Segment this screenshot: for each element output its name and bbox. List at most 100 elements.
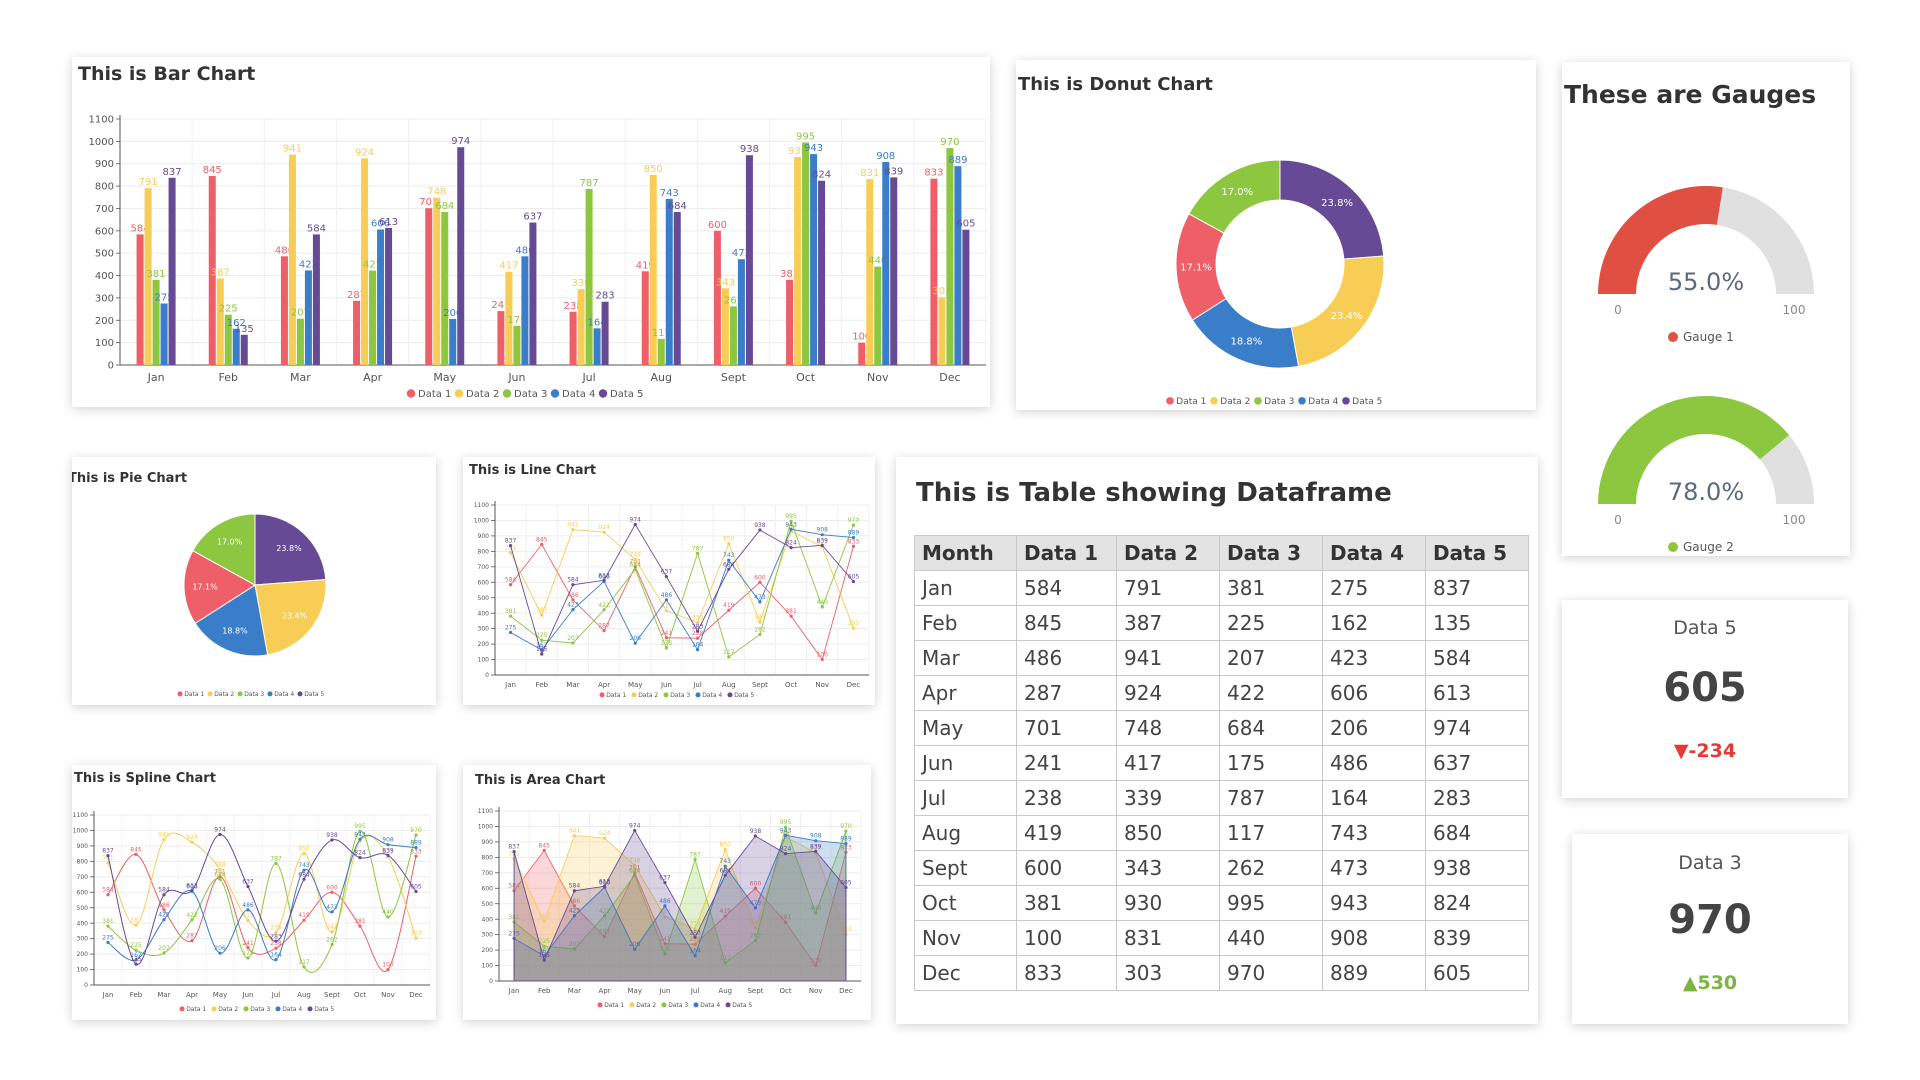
point-data-label: 135 (539, 952, 551, 959)
bar-chart: 0 100 200 300 400 500 600 700 800 900 1000 1100 Jan F… (89, 115, 987, 400)
x-tick-label: Apr (363, 371, 383, 384)
x-tick-label: Mar (157, 991, 170, 999)
legend-marker (275, 1006, 281, 1012)
point-data-label: 684 (214, 871, 226, 878)
legend-marker (693, 1002, 699, 1008)
area-chart: 0 100 200 300 400 500 600 700 800 900 1000 1100 Jan F… (478, 807, 862, 1009)
point-data-label: 889 (410, 840, 422, 847)
legend-label: Data 3 (514, 389, 547, 400)
gauge-max: 100 (1783, 513, 1806, 527)
y-tick-label: 300 (95, 293, 114, 304)
point-data-label: 613 (598, 572, 610, 579)
table-cell: 303 (1116, 955, 1220, 991)
table-cell: 175 (1219, 745, 1323, 781)
table-row: May 701 748 684 206 974 (914, 710, 1529, 746)
legend-marker (207, 691, 213, 697)
legend-label: Data 5 (732, 1002, 752, 1009)
y-tick-label: 800 (77, 858, 89, 865)
bar (593, 328, 601, 365)
x-tick-label: Nov (815, 681, 829, 689)
kpi-delta: ▲530 (1682, 972, 1738, 994)
legend-label: Data 3 (670, 692, 690, 699)
point-data-label: 339 (270, 925, 282, 932)
point-data-label: 422 (186, 912, 198, 919)
point-data-label: 381 (354, 918, 366, 925)
y-tick-label: 1100 (73, 812, 88, 819)
y-tick-label: 1000 (73, 828, 88, 835)
point-data-label: 938 (326, 832, 338, 839)
point-data-label: 225 (536, 632, 548, 639)
y-tick-label: 600 (77, 889, 89, 896)
table-cell: Sept (914, 850, 1017, 886)
legend-marker (1166, 397, 1174, 405)
y-tick-label: 100 (95, 338, 114, 349)
point-data-label: 889 (840, 836, 852, 843)
point-data-label: 135 (130, 956, 142, 963)
legend-marker (629, 1002, 635, 1008)
y-tick-label: 700 (482, 870, 494, 877)
slice-label: 18.8% (222, 627, 248, 636)
x-tick-label: Oct (780, 987, 792, 995)
y-tick-label: 900 (478, 533, 490, 540)
slice-label: 17.0% (217, 538, 243, 547)
bar-data-label: 833 (924, 168, 943, 179)
bar (216, 278, 224, 365)
legend-label: Data 2 (636, 1002, 656, 1009)
table-header-cell: Data 3 (1219, 535, 1323, 571)
x-tick-label: Oct (785, 681, 797, 689)
legend-marker (661, 1002, 667, 1008)
point-data-label: 850 (720, 842, 732, 849)
point-data-label: 241 (242, 940, 254, 947)
x-tick-label: Jun (660, 681, 672, 689)
point-data-label: 943 (785, 521, 797, 528)
pie-chart: 23.8% 23.4% 18.8% 17.1% 17.0% Data 1 Data 2 Dat… (177, 513, 327, 698)
bar (786, 279, 794, 365)
bar (946, 148, 954, 365)
legend-marker (1342, 397, 1350, 405)
bar-data-label: 787 (580, 178, 599, 189)
table-cell: Aug (914, 815, 1017, 851)
point-data-label: 908 (817, 527, 829, 534)
bar (296, 318, 304, 365)
bar (794, 157, 802, 365)
legend-label: Data 3 (668, 1002, 688, 1009)
bar-data-label: 613 (379, 217, 398, 228)
table-cell: Apr (914, 675, 1017, 711)
x-tick-label: Nov (381, 991, 395, 999)
legend-label: Data 5 (610, 389, 643, 400)
point-data-label: 486 (661, 592, 673, 599)
x-tick-label: Feb (130, 991, 143, 999)
point-data-label: 974 (630, 516, 642, 523)
point-data-label: 381 (505, 608, 517, 615)
point-data-label: 440 (817, 599, 829, 606)
table-cell: Jan (914, 570, 1017, 606)
table-row: Oct 381 930 995 943 824 (914, 885, 1529, 921)
legend-marker (307, 1006, 313, 1012)
point-data-label: 943 (780, 827, 792, 834)
y-tick-label: 100 (482, 963, 494, 970)
bar-data-label: 605 (956, 219, 975, 230)
slice-label: 17.1% (192, 582, 218, 591)
bar-data-label: 743 (660, 188, 679, 199)
bar-data-label: 938 (740, 144, 759, 155)
legend-label: Data 1 (418, 389, 451, 400)
y-tick-label: 900 (482, 839, 494, 846)
table-cell: 995 (1219, 885, 1323, 921)
table-cell: 164 (1322, 780, 1426, 816)
point-data-label: 839 (810, 843, 822, 850)
point-data-label: 175 (661, 640, 673, 647)
point-data-label: 837 (505, 538, 517, 545)
point-data-label: 924 (186, 834, 198, 841)
point-data-label: 995 (785, 513, 797, 520)
table-cell: 486 (1016, 640, 1117, 676)
legend-label: Data 2 (1220, 397, 1250, 407)
bar (449, 318, 457, 365)
y-tick-label: 300 (77, 936, 89, 943)
bar-data-label: 684 (668, 201, 687, 212)
table-cell: 787 (1219, 780, 1323, 816)
bar (585, 188, 593, 365)
legend-marker (597, 1002, 603, 1008)
table-cell: 419 (1016, 815, 1117, 851)
table-cell: 701 (1016, 710, 1117, 746)
bar-data-label: 974 (451, 136, 470, 147)
